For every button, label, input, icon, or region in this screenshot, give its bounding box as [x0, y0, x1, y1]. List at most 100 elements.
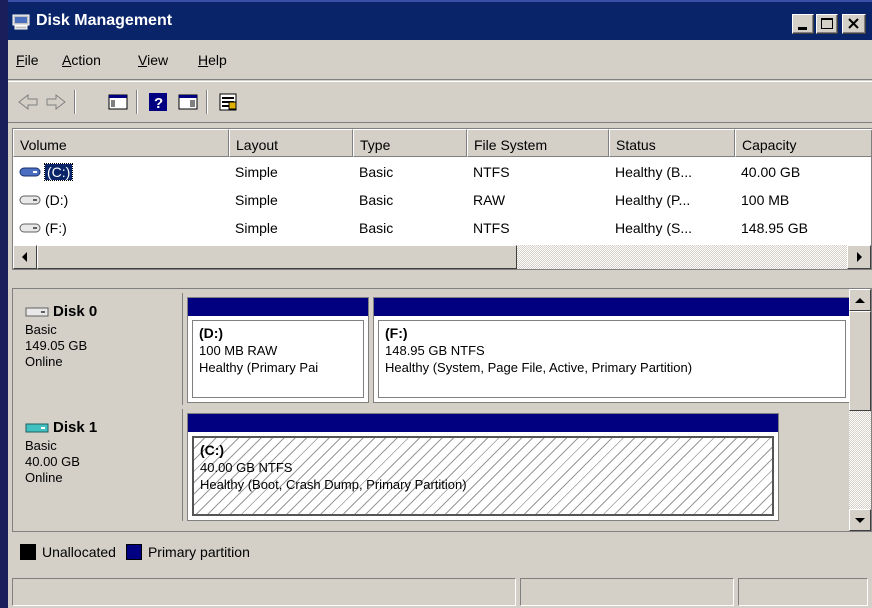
forward-button[interactable]	[44, 90, 68, 114]
type-cell: Basic	[359, 164, 394, 180]
partition-status: Healthy (Boot, Crash Dump, Primary Parti…	[200, 477, 467, 492]
volume-row-c[interactable]: (C:) Simple Basic NTFS Healthy (B... 40.…	[13, 159, 871, 185]
close-icon	[848, 18, 859, 29]
properties-icon	[219, 93, 237, 111]
scroll-right-button[interactable]	[847, 245, 871, 269]
partition-f[interactable]: (F:) 148.95 GB NTFS Healthy (System, Pag…	[373, 297, 851, 403]
capacity-cell: 100 MB	[741, 192, 790, 208]
file-system-cell: RAW	[473, 192, 506, 208]
volume-name: (D:)	[45, 192, 69, 208]
svg-text:?: ?	[154, 95, 163, 112]
volume-row-d[interactable]: (D:) Simple Basic RAW Healthy (P... 100 …	[13, 187, 871, 213]
column-header-status[interactable]: Status	[609, 129, 735, 157]
show-hide-console-tree-button[interactable]	[106, 90, 130, 114]
layout-cell: Simple	[235, 220, 278, 236]
legend: Unallocated Primary partition	[12, 538, 872, 566]
volume-drive-icon	[19, 167, 41, 177]
menu-view[interactable]: View	[138, 52, 168, 68]
menu-help-accel: H	[198, 52, 209, 68]
pane-splitter[interactable]	[8, 272, 872, 288]
partition-detail: 148.95 GB NTFS	[385, 343, 485, 358]
disk-map-vertical-scrollbar[interactable]	[849, 289, 871, 531]
status-cell: Healthy (P...	[615, 192, 691, 208]
menu-action[interactable]: Action	[62, 52, 101, 68]
console-tree-icon	[108, 94, 128, 110]
menu-view-accel: V	[138, 52, 148, 68]
primary-partition-bar	[188, 298, 368, 316]
legend-primary: Primary partition	[147, 544, 250, 560]
partition-c-body-selected: (C:) 40.00 GB NTFS Healthy (Boot, Crash …	[192, 436, 774, 516]
volume-row-f[interactable]: (F:) Simple Basic NTFS Healthy (S... 148…	[13, 215, 871, 241]
volume-list-horizontal-scrollbar[interactable]	[13, 245, 871, 269]
help-icon: ?	[149, 93, 167, 112]
maximize-icon	[821, 18, 833, 29]
partition-detail: 40.00 GB NTFS	[200, 460, 293, 475]
volume-cell: (C:)	[19, 163, 74, 181]
primary-partition-bar	[188, 414, 778, 432]
capacity-cell: 40.00 GB	[741, 164, 801, 180]
column-header-layout[interactable]: Layout	[229, 129, 353, 157]
disk-icon	[25, 423, 49, 432]
disk-state: Online	[25, 470, 63, 485]
disk-0-label[interactable]: Disk 0 Basic 149.05 GB Online	[17, 293, 183, 405]
file-system-cell: NTFS	[473, 164, 510, 180]
back-button[interactable]	[16, 90, 40, 114]
back-icon	[18, 93, 38, 111]
volume-drive-icon	[19, 195, 41, 205]
action-pane-icon	[178, 94, 198, 110]
column-header-type[interactable]: Type	[353, 129, 467, 157]
disk-management-app-icon	[12, 14, 30, 30]
status-cell-middle	[520, 578, 734, 606]
volume-list[interactable]: Volume Layout Type File System Status Ca…	[12, 128, 872, 270]
menu-help-label: elp	[208, 52, 227, 68]
status-cell-main	[12, 578, 516, 606]
menu-view-label: iew	[147, 52, 169, 68]
legend-unallocated: Unallocated	[42, 544, 116, 560]
disk-1-label[interactable]: Disk 1 Basic 40.00 GB Online	[17, 409, 183, 521]
type-cell: Basic	[359, 220, 394, 236]
menu-help[interactable]: Help	[198, 52, 227, 68]
volume-list-header: Volume Layout Type File System Status Ca…	[13, 129, 872, 157]
disk-size: 149.05 GB	[25, 338, 88, 353]
partition-c[interactable]: (C:) 40.00 GB NTFS Healthy (Boot, Crash …	[187, 413, 779, 521]
partition-detail: 100 MB RAW	[199, 343, 278, 358]
partition-f-body: (F:) 148.95 GB NTFS Healthy (System, Pag…	[378, 320, 846, 398]
menu-file-accel: F	[16, 52, 25, 68]
scroll-down-button[interactable]	[849, 509, 871, 531]
scroll-left-button[interactable]	[13, 245, 37, 269]
properties-button[interactable]	[216, 90, 240, 114]
scroll-thumb[interactable]	[849, 311, 871, 411]
close-button[interactable]	[842, 14, 866, 34]
title-bar[interactable]: Disk Management	[8, 0, 872, 40]
partition-status: Healthy (Primary Pai	[199, 360, 319, 375]
scroll-right-icon	[857, 252, 862, 262]
volume-name: (C:)	[43, 163, 74, 181]
show-hide-action-pane-button[interactable]	[176, 90, 200, 114]
disk-icon	[25, 307, 49, 316]
status-cell-right	[738, 578, 868, 606]
window-title: Disk Management	[36, 12, 173, 29]
partition-d[interactable]: (D:) 100 MB RAW Healthy (Primary Pai	[187, 297, 369, 403]
toolbar-separator	[136, 90, 138, 114]
partition-d-body: (D:) 100 MB RAW Healthy (Primary Pai	[192, 320, 364, 398]
scroll-left-icon	[22, 252, 27, 262]
status-cell: Healthy (B...	[615, 164, 693, 180]
disk-size: 40.00 GB	[25, 454, 80, 469]
scroll-thumb[interactable]	[37, 245, 517, 269]
column-header-file-system[interactable]: File System	[467, 129, 609, 157]
scroll-up-button[interactable]	[849, 289, 871, 311]
column-header-capacity[interactable]: Capacity	[735, 129, 872, 157]
disk-name-text: Disk 0	[53, 303, 98, 320]
menu-file-label: ile	[24, 52, 39, 68]
maximize-button[interactable]	[816, 14, 838, 34]
menu-file[interactable]: File	[16, 52, 39, 68]
minimize-button[interactable]	[792, 14, 814, 34]
column-header-volume[interactable]: Volume	[13, 129, 229, 157]
partition-name: (C:)	[200, 442, 225, 458]
menu-bar: File Action View Help	[8, 40, 872, 80]
partition-name: (D:)	[199, 325, 224, 341]
help-button[interactable]: ?	[146, 90, 170, 114]
layout-cell: Simple	[235, 192, 278, 208]
toolbar: ?	[8, 81, 872, 123]
forward-icon	[46, 93, 66, 111]
